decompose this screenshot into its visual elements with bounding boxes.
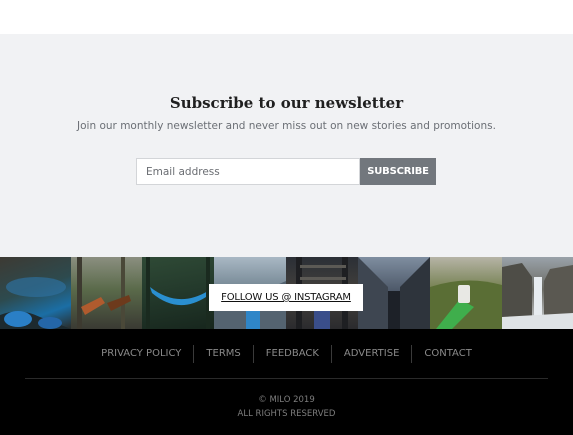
footer-link-privacy-policy[interactable]: PRIVACY POLICY (89, 344, 193, 364)
phone-photo-art (430, 280, 502, 329)
hammock-photo[interactable] (142, 257, 214, 329)
hammock-photo-art (146, 257, 210, 329)
footer-link-terms[interactable]: TERMS (194, 344, 252, 364)
copyright-text: © MILO 2019 (258, 395, 315, 405)
newsletter-subtitle: Join our monthly newsletter and never mi… (77, 120, 496, 132)
instagram-follow-button[interactable]: FOLLOW US @ INSTAGRAM (209, 284, 363, 311)
rights-text: ALL RIGHTS RESERVED (237, 409, 336, 419)
newsletter-form: SUBSCRIBE (136, 158, 436, 185)
footer-link-advertise[interactable]: ADVERTISE (332, 344, 411, 364)
phone-photo[interactable] (430, 257, 502, 329)
top-blank-band (0, 0, 573, 34)
forest-feet-photo-art (77, 257, 131, 329)
newsletter-section: Subscribe to our newsletter Join our mon… (0, 34, 573, 257)
email-input[interactable] (136, 158, 360, 185)
subscribe-button[interactable]: SUBSCRIBE (360, 158, 436, 185)
site-footer: PRIVACY POLICY TERMS FEEDBACK ADVERTISE … (0, 329, 573, 435)
instagram-strip: FOLLOW US @ INSTAGRAM (0, 257, 573, 329)
waterfall-photo[interactable] (502, 257, 573, 329)
train-photo-art (358, 257, 430, 329)
waterfall-photo-art (502, 263, 573, 329)
footer-link-feedback[interactable]: FEEDBACK (254, 344, 331, 364)
footer-rule (25, 378, 548, 379)
train-photo[interactable] (358, 257, 430, 329)
lake-photo[interactable] (0, 257, 71, 329)
lake-photo-art (0, 277, 71, 329)
forest-feet-photo[interactable] (71, 257, 142, 329)
footer-link-contact[interactable]: CONTACT (412, 344, 483, 364)
footer-nav: PRIVACY POLICY TERMS FEEDBACK ADVERTISE … (0, 344, 573, 364)
newsletter-title: Subscribe to our newsletter (169, 94, 404, 112)
